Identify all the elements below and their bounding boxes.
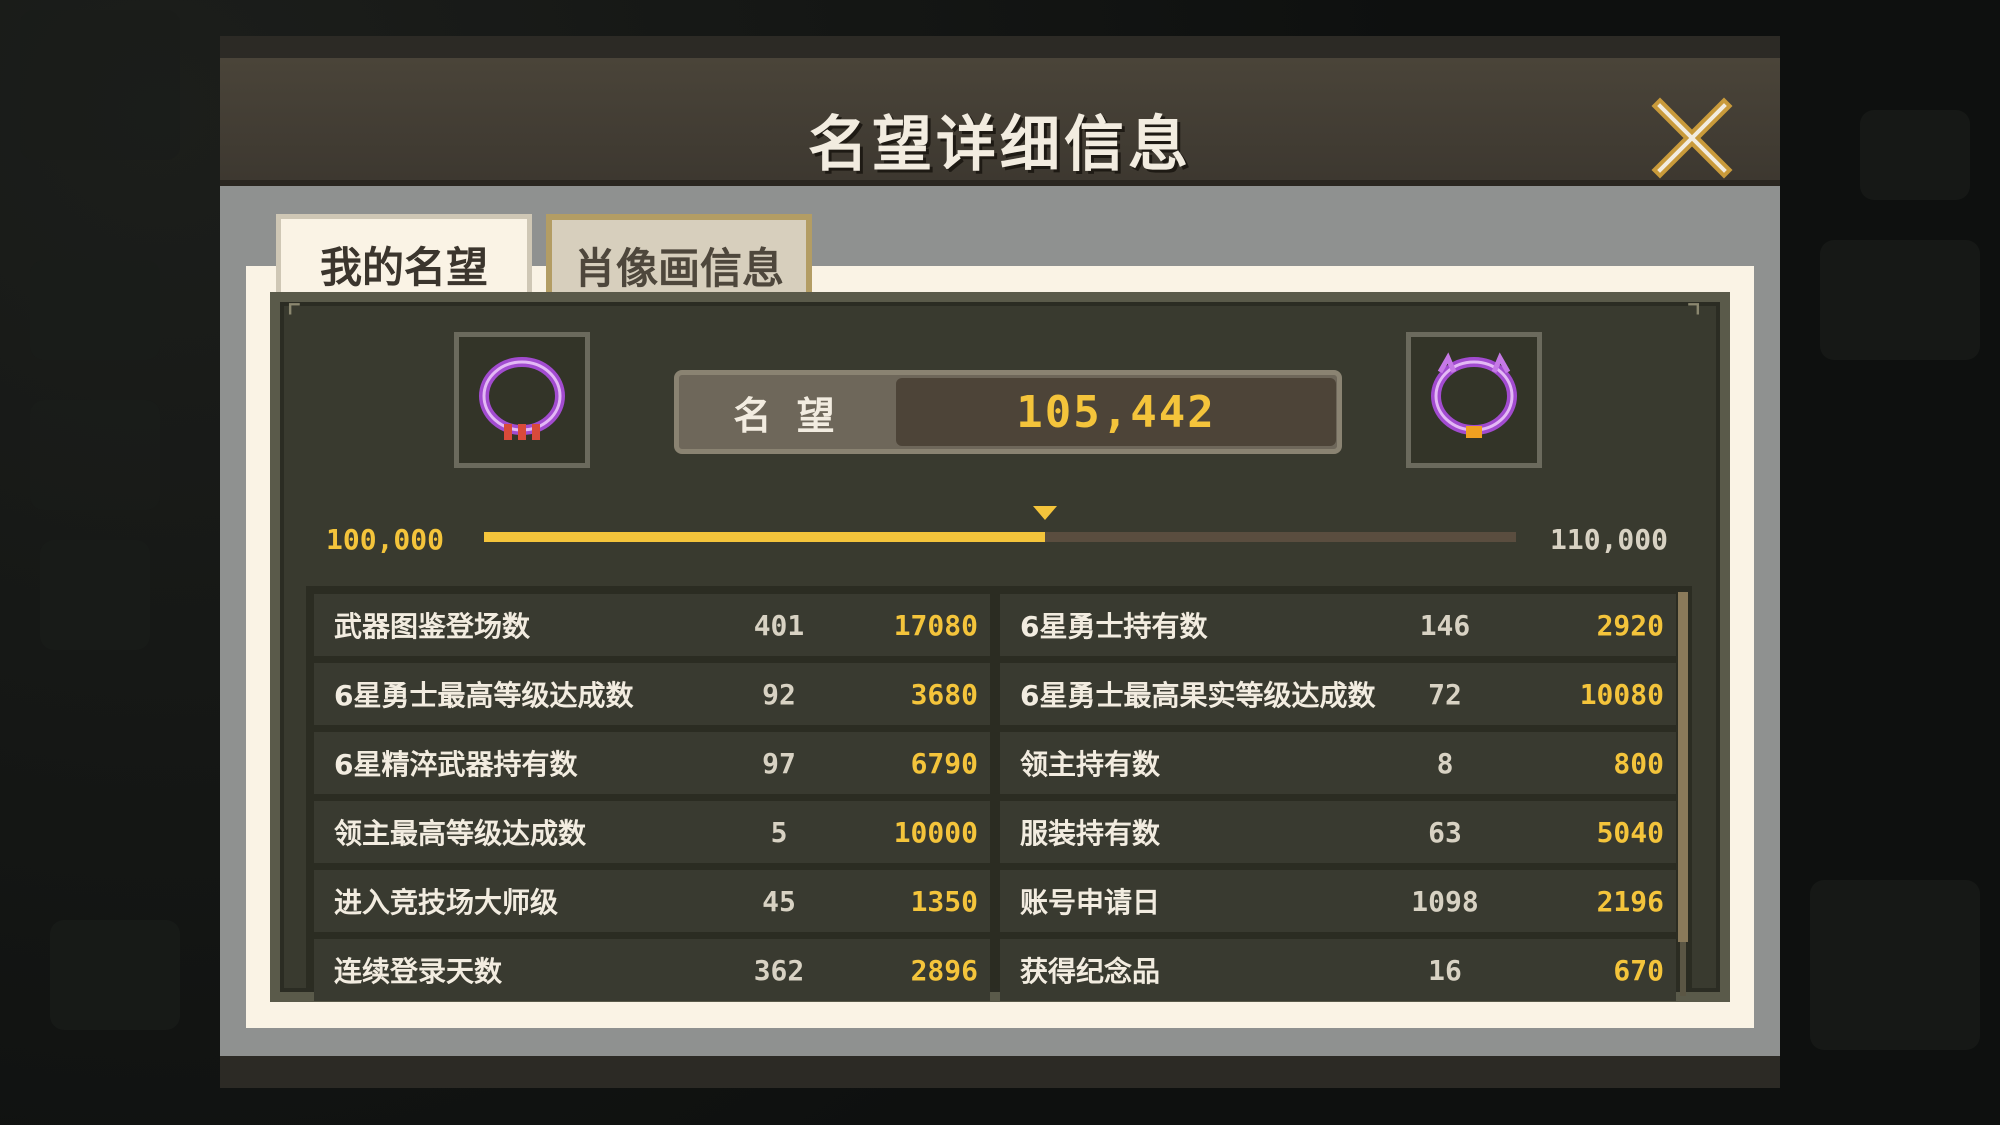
table-row: 6星勇士最高等级达成数 92 3680	[314, 663, 990, 725]
stat-points: 10000	[893, 815, 978, 849]
fame-detail-dialog: 名望详细信息 我的名望 肖像画信息 ⌜ ⌝ 名 望 105,442 100,00…	[220, 36, 1780, 1088]
stat-points: 670	[1613, 953, 1664, 987]
emblem-frame-icon	[1431, 352, 1517, 438]
stat-count: 72	[1428, 677, 1462, 711]
bg-avatar	[20, 10, 180, 160]
stat-count: 92	[762, 677, 796, 711]
stat-name: 连续登录天数	[334, 955, 503, 988]
bg-mail-icon	[30, 260, 160, 360]
stat-count: 146	[1419, 608, 1471, 642]
stat-name: 领主最高等级达成数	[334, 817, 587, 850]
stat-count: 362	[753, 953, 805, 987]
stat-name: 6星精淬武器持有数	[334, 748, 578, 781]
table-row: 领主持有数 8 800	[1000, 732, 1676, 794]
stat-count: 16	[1428, 953, 1462, 987]
bg-shop-icon	[50, 920, 180, 1030]
stat-count: 401	[753, 608, 805, 642]
table-row: 进入竞技场大师级 45 1350	[314, 870, 990, 932]
stat-points: 2896	[910, 953, 978, 987]
corner-ornament: ⌜	[286, 298, 302, 338]
stat-points: 10080	[1579, 677, 1664, 711]
stat-points: 5040	[1596, 815, 1664, 849]
table-row: 连续登录天数 362 2896	[314, 939, 990, 1001]
stat-count: 5	[770, 815, 788, 849]
stats-table: 武器图鉴登场数 401 17080 6星勇士最高等级达成数 92 3680 6星精淬武器持有…	[306, 586, 1692, 1001]
bg-chest-icon	[1820, 240, 1980, 360]
table-row: 武器图鉴登场数 401 17080	[314, 594, 990, 656]
stat-points: 1350	[910, 884, 978, 918]
stat-points: 3680	[910, 677, 978, 711]
stat-name: 武器图鉴登场数	[334, 610, 531, 643]
progress-marker-icon	[1033, 506, 1058, 520]
close-icon	[1651, 97, 1733, 179]
scrollbar-thumb[interactable]	[1678, 592, 1688, 942]
table-row: 账号申请日 1098 2196	[1000, 870, 1676, 932]
stat-count: 97	[762, 746, 796, 780]
table-row: 获得纪念品 16 670	[1000, 939, 1676, 1001]
table-row: 服装持有数 63 5040	[1000, 801, 1676, 863]
stat-points: 6790	[910, 746, 978, 780]
next-rank-emblem	[1406, 332, 1542, 468]
dialog-titlebar: 名望详细信息	[220, 58, 1780, 188]
close-button[interactable]	[1650, 96, 1734, 180]
fame-progress-fill	[484, 532, 1046, 542]
stat-name: 6星勇士最高等级达成数	[334, 679, 634, 712]
bg-event-icon	[30, 400, 160, 510]
table-row: 6星勇士持有数 146 2920	[1000, 594, 1676, 656]
table-row: 6星精淬武器持有数 97 6790	[314, 732, 990, 794]
bg-start-icon	[1810, 880, 1980, 1050]
stat-count: 1098	[1411, 884, 1479, 918]
emblem-frame-icon	[479, 357, 565, 440]
fame-value: 105,442	[1016, 386, 1216, 438]
table-row: 6星勇士最高果实等级达成数 72 10080	[1000, 663, 1676, 725]
dialog-title: 名望详细信息	[808, 110, 1192, 180]
range-min: 100,000	[326, 523, 445, 556]
stat-count: 63	[1428, 815, 1462, 849]
bg-shield-icon	[40, 540, 150, 650]
fame-label: 名 望	[733, 393, 841, 438]
range-max: 110,000	[1550, 523, 1669, 556]
corner-ornament: ⌝	[1686, 298, 1702, 338]
stat-points: 2196	[1596, 884, 1664, 918]
stat-name: 进入竞技场大师级	[334, 886, 559, 919]
bg-chat-icon	[1860, 110, 1970, 200]
stat-points: 17080	[893, 608, 978, 642]
table-row: 领主最高等级达成数 5 10000	[314, 801, 990, 863]
stat-points: 800	[1613, 746, 1664, 780]
stat-count: 45	[762, 884, 796, 918]
stat-count: 8	[1436, 746, 1454, 780]
stat-points: 2920	[1596, 608, 1664, 642]
current-rank-emblem	[454, 332, 590, 468]
